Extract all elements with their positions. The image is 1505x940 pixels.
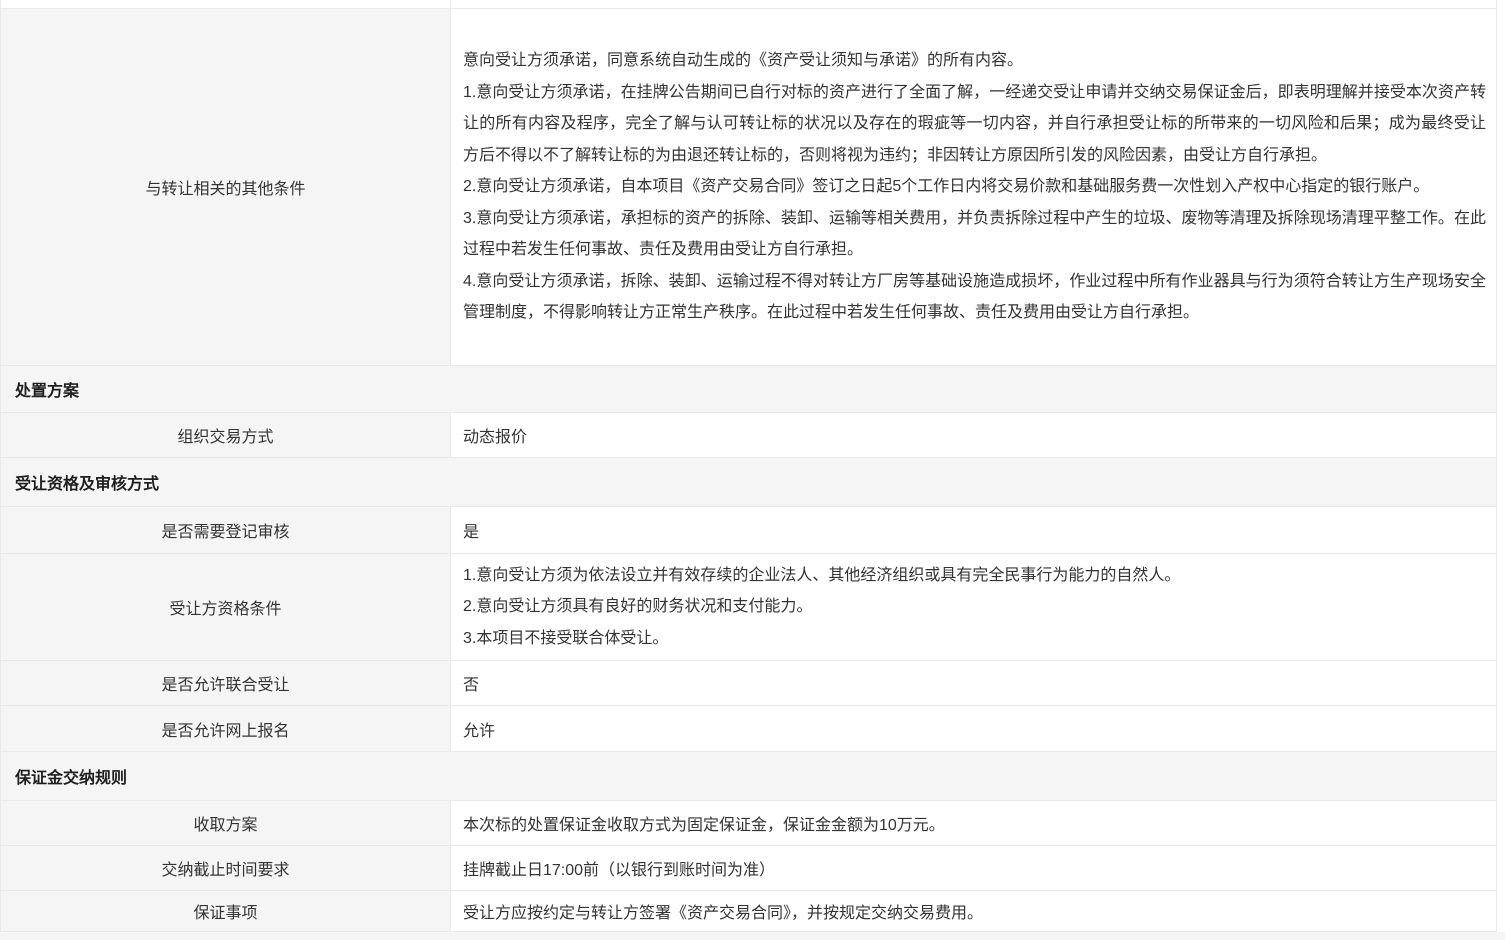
row-trade-organization-method: 组织交易方式 动态报价 [1, 413, 1496, 458]
field-value: 挂牌截止日17:00前（以银行到账时间为准） [451, 846, 1496, 890]
table-bottom-partial-row [0, 932, 1505, 940]
field-value: 受让方应按约定与转让方签署《资产交易合同》，并按规定交纳交易费用。 [451, 891, 1496, 931]
paragraph: 2.意向受让方须承诺，自本项目《资产交易合同》签订之日起5个工作日内将交易价款和… [463, 171, 1486, 203]
paragraph: 2.意向受让方须具有良好的财务状况和支付能力。 [463, 591, 1486, 623]
field-value: 动态报价 [451, 413, 1496, 457]
row-joint-transfer-allowed: 是否允许联合受让 否 [1, 661, 1496, 706]
section-header-disposal-plan: 处置方案 [1, 366, 1496, 413]
paragraph: 3.本项目不接受联合体受让。 [463, 623, 1486, 655]
paragraph: 4.意向受让方须承诺，拆除、装卸、运输过程不得对转让方厂房等基础设施造成损坏，作… [463, 266, 1486, 329]
field-value: 意向受让方须承诺，同意系统自动生成的《资产受让须知与承诺》的所有内容。 1.意向… [451, 9, 1496, 365]
field-label: 保证事项 [1, 891, 451, 931]
row-guarantee-matters: 保证事项 受让方应按约定与转让方签署《资产交易合同》，并按规定交纳交易费用。 [1, 891, 1496, 932]
field-label: 是否需要登记审核 [1, 507, 451, 553]
detail-table: 与转让相关的其他条件 意向受让方须承诺，同意系统自动生成的《资产受让须知与承诺》… [0, 0, 1497, 932]
field-value: 1.意向受让方须为依法设立并有效存续的企业法人、其他经济组织或具有完全民事行为能… [451, 554, 1496, 660]
field-label: 是否允许联合受让 [1, 661, 451, 705]
section-header-transferee-qualification-review: 受让资格及审核方式 [1, 458, 1496, 507]
field-label: 是否允许网上报名 [1, 706, 451, 751]
section-header-deposit-payment-rules: 保证金交纳规则 [1, 752, 1496, 801]
field-label: 受让方资格条件 [1, 554, 451, 660]
field-label: 组织交易方式 [1, 413, 451, 457]
asset-transfer-detail-page: 与转让相关的其他条件 意向受让方须承诺，同意系统自动生成的《资产受让须知与承诺》… [0, 0, 1505, 940]
field-value: 本次标的处置保证金收取方式为固定保证金，保证金金额为10万元。 [451, 801, 1496, 845]
top-partial-label-cell [1, 0, 451, 8]
row-payment-deadline-requirement: 交纳截止时间要求 挂牌截止日17:00前（以银行到账时间为准） [1, 846, 1496, 891]
row-transferee-qualification-conditions: 受让方资格条件 1.意向受让方须为依法设立并有效存续的企业法人、其他经济组织或具… [1, 554, 1496, 661]
field-label: 收取方案 [1, 801, 451, 845]
paragraph: 1.意向受让方须承诺，在挂牌公告期间已自行对标的资产进行了全面了解，一经递交受让… [463, 77, 1486, 172]
row-registration-review-required: 是否需要登记审核 是 [1, 507, 1496, 554]
paragraph: 1.意向受让方须为依法设立并有效存续的企业法人、其他经济组织或具有完全民事行为能… [463, 560, 1486, 592]
table-top-partial-row [1, 0, 1496, 9]
field-value: 允许 [451, 706, 1496, 751]
row-deposit-collection-plan: 收取方案 本次标的处置保证金收取方式为固定保证金，保证金金额为10万元。 [1, 801, 1496, 846]
field-value: 否 [451, 661, 1496, 705]
field-label: 与转让相关的其他条件 [1, 9, 451, 365]
row-online-registration-allowed: 是否允许网上报名 允许 [1, 706, 1496, 752]
paragraph: 意向受让方须承诺，同意系统自动生成的《资产受让须知与承诺》的所有内容。 [463, 45, 1486, 77]
row-other-transfer-conditions: 与转让相关的其他条件 意向受让方须承诺，同意系统自动生成的《资产受让须知与承诺》… [1, 9, 1496, 366]
paragraph: 3.意向受让方须承诺，承担标的资产的拆除、装卸、运输等相关费用，并负责拆除过程中… [463, 203, 1486, 266]
field-value: 是 [451, 507, 1496, 553]
field-label: 交纳截止时间要求 [1, 846, 451, 890]
